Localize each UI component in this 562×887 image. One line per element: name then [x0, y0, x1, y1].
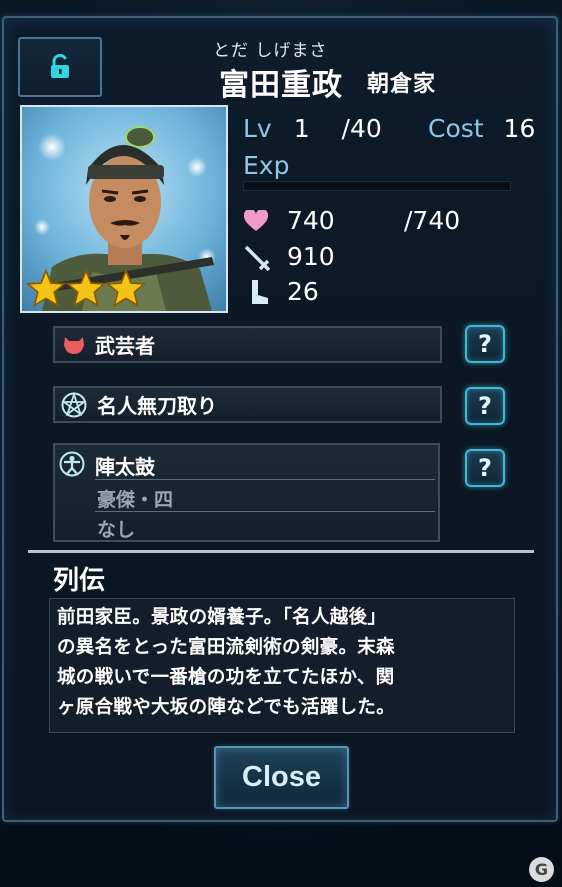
sword-icon — [244, 245, 270, 271]
skill-help-button-2[interactable]: ? — [465, 387, 505, 425]
tactic-label: 陣太鼓 — [95, 455, 155, 479]
skill-label-1: 武芸者 — [95, 334, 155, 358]
lock-toggle-button[interactable] — [18, 37, 102, 97]
biography-line: 前田家臣。景政の婿養子。「名人越後」 — [57, 607, 387, 628]
biography-text: 前田家臣。景政の婿養子。「名人越後」 の異名をとった富田流剣術の剣豪。末森 城の… — [49, 598, 515, 733]
level-max: /40 — [341, 114, 382, 143]
pentagram-icon — [61, 391, 87, 417]
site-watermark-logo: G — [529, 857, 554, 882]
cost-label: Cost — [428, 114, 484, 143]
boot-icon — [252, 280, 268, 304]
exp-label: Exp — [243, 151, 290, 180]
level-label: Lv — [243, 114, 272, 143]
biography-line: 城の戦いで一番槍の功を立てたほか、関 — [57, 667, 395, 688]
cost-row: Cost 16 — [428, 114, 535, 143]
biography-line: の異名をとった富田流剣術の剣豪。末森 — [57, 637, 395, 658]
star-icon — [106, 269, 146, 307]
exp-bar — [243, 181, 511, 191]
skill-label-2: 名人無刀取り — [97, 394, 217, 418]
section-divider — [28, 550, 534, 553]
unlocked-padlock-icon — [51, 54, 69, 78]
skill-row-2: 名人無刀取り — [53, 386, 442, 423]
rarity-stars — [26, 269, 146, 307]
tactic-divider — [95, 479, 435, 480]
tactic-divider — [95, 511, 435, 512]
attack-value: 910 — [287, 242, 335, 271]
name-reading: とだ しげまさ — [213, 41, 328, 61]
star-icon — [66, 269, 106, 307]
cost-value: 16 — [503, 114, 536, 143]
heart-icon — [244, 210, 268, 231]
character-name: 富田重政 — [219, 68, 343, 103]
hp-value: 740 — [287, 206, 335, 235]
skill-row-1: 武芸者 — [53, 326, 442, 363]
level-row: Lv 1 /40 — [243, 114, 382, 143]
skill-help-button-1[interactable]: ? — [465, 325, 505, 363]
biography-line: ヶ原合戦や大坂の陣などでも活躍した。 — [57, 697, 396, 718]
oni-mask-icon — [64, 336, 84, 354]
speed-value: 26 — [287, 277, 319, 306]
tactic-panel: 陣太鼓 豪傑・四 なし — [53, 443, 440, 542]
hp-max: /740 — [404, 206, 461, 235]
figure-icon — [59, 451, 85, 477]
tactic-line-1: 豪傑・四 — [97, 489, 174, 511]
clan-name: 朝倉家 — [367, 72, 437, 97]
star-icon — [26, 269, 66, 307]
tactic-line-2: なし — [97, 519, 136, 541]
level-value: 1 — [293, 114, 310, 143]
close-button[interactable]: Close — [214, 746, 349, 809]
character-portrait — [20, 105, 228, 313]
exp-row: Exp — [243, 151, 289, 180]
biography-title: 列伝 — [53, 566, 106, 596]
tactic-help-button[interactable]: ? — [465, 449, 505, 487]
